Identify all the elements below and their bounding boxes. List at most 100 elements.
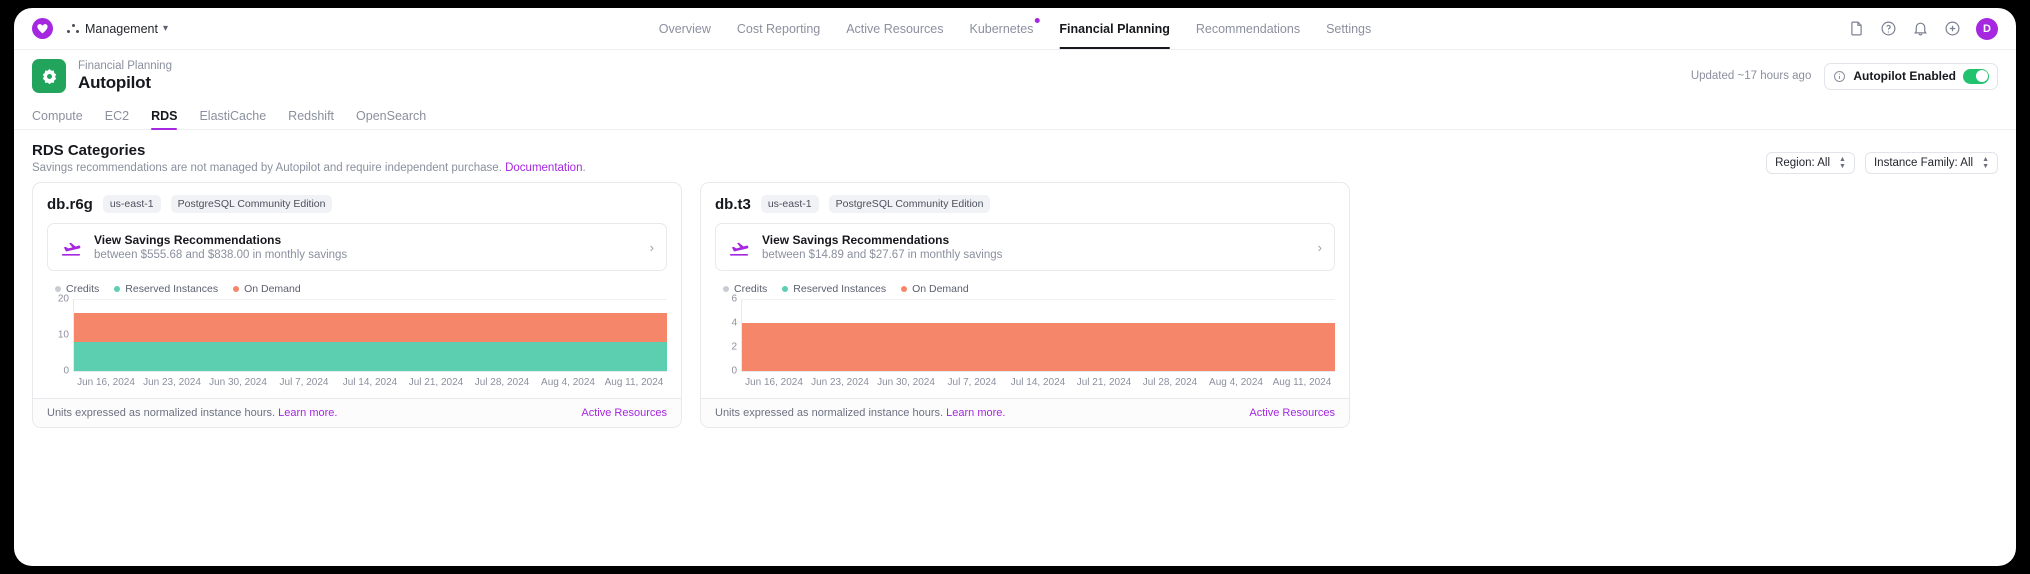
bell-icon[interactable] bbox=[1912, 20, 1929, 37]
y-tick: 4 bbox=[731, 317, 737, 329]
footer-note-text: Units expressed as normalized instance h… bbox=[715, 407, 944, 419]
learn-more-link[interactable]: Learn more. bbox=[278, 407, 337, 419]
chevron-down-icon: ▾ bbox=[162, 22, 168, 34]
card-header: db.r6g us-east-1 PostgreSQL Community Ed… bbox=[33, 183, 681, 223]
brand-logo-icon[interactable] bbox=[32, 18, 53, 39]
region-filter-select[interactable]: Region: All ▲ ▼ bbox=[1766, 152, 1855, 174]
series-band-on-demand bbox=[74, 313, 667, 343]
user-avatar[interactable]: D bbox=[1976, 17, 1998, 40]
legend-item-credits[interactable]: Credits bbox=[723, 283, 767, 295]
document-icon[interactable] bbox=[1848, 20, 1865, 37]
breadcrumb: Financial Planning bbox=[78, 59, 172, 72]
tab-ec2[interactable]: EC2 bbox=[105, 109, 129, 129]
plus-circle-icon[interactable] bbox=[1944, 20, 1961, 37]
nav-tab-settings[interactable]: Settings bbox=[1326, 8, 1371, 49]
y-tick: 20 bbox=[57, 293, 69, 305]
tab-opensearch[interactable]: OpenSearch bbox=[356, 109, 426, 129]
footer-note-text: Units expressed as normalized instance h… bbox=[47, 407, 276, 419]
x-tick: Jun 30, 2024 bbox=[877, 377, 935, 388]
org-switcher[interactable]: Management ▾ bbox=[67, 22, 168, 36]
legend-item-reserved-instances[interactable]: Reserved Instances bbox=[114, 283, 218, 295]
savings-subtitle: between $14.89 and $27.67 in monthly sav… bbox=[762, 249, 1003, 261]
nav-tab-label: Recommendations bbox=[1195, 21, 1301, 36]
plot-wrap: 6 4 2 0 bbox=[715, 294, 1335, 377]
x-tick: Jul 14, 2024 bbox=[1010, 377, 1066, 388]
nav-tab-overview[interactable]: Overview bbox=[659, 8, 711, 49]
instance-family-filter-label: Instance Family: All bbox=[1873, 157, 1974, 169]
nav-tab-active-resources[interactable]: Active Resources bbox=[846, 8, 943, 49]
legend-label: Reserved Instances bbox=[793, 283, 887, 295]
y-tick: 0 bbox=[731, 365, 737, 377]
tab-redshift[interactable]: Redshift bbox=[288, 109, 334, 129]
legend-swatch-icon bbox=[114, 286, 121, 292]
savings-text-block: View Savings Recommendations between $14… bbox=[762, 233, 1002, 261]
tab-compute[interactable]: Compute bbox=[32, 109, 83, 129]
legend-item-on-demand[interactable]: On Demand bbox=[233, 283, 301, 295]
savings-title: View Savings Recommendations bbox=[762, 233, 950, 247]
help-circle-icon[interactable] bbox=[1880, 20, 1897, 37]
x-tick: Jul 14, 2024 bbox=[342, 377, 398, 388]
autopilot-switch[interactable] bbox=[1963, 68, 1989, 84]
app-window: Management ▾ Overview Cost Reporting Act… bbox=[14, 8, 2016, 566]
active-resources-link[interactable]: Active Resources bbox=[1249, 407, 1335, 419]
x-tick: Jun 16, 2024 bbox=[745, 377, 803, 388]
tab-elasticache[interactable]: ElastiCache bbox=[199, 109, 266, 129]
filter-controls: Region: All ▲ ▼ Instance Family: All ▲ ▼ bbox=[1766, 142, 1998, 174]
tab-label: RDS bbox=[151, 109, 178, 123]
nav-tab-recommendations[interactable]: Recommendations bbox=[1196, 8, 1300, 49]
y-tick: 10 bbox=[57, 329, 69, 341]
airplane-takeoff-icon bbox=[60, 236, 82, 258]
nav-tab-label: Active Resources bbox=[846, 21, 944, 36]
y-axis: 20 10 0 bbox=[47, 294, 73, 377]
instance-family-filter-select[interactable]: Instance Family: All ▲ ▼ bbox=[1864, 152, 1998, 174]
autopilot-gear-icon bbox=[32, 59, 66, 93]
nav-tab-label: Overview bbox=[658, 21, 711, 36]
card-title: db.r6g bbox=[47, 195, 93, 213]
documentation-link[interactable]: Documentation bbox=[505, 162, 582, 174]
view-savings-recommendations-button[interactable]: View Savings Recommendations between $14… bbox=[715, 223, 1335, 271]
active-resources-link[interactable]: Active Resources bbox=[581, 407, 667, 419]
series-band-reserved-instances bbox=[74, 342, 667, 371]
tab-label: ElastiCache bbox=[199, 109, 267, 123]
y-axis: 6 4 2 0 bbox=[715, 294, 741, 377]
x-tick: Jul 7, 2024 bbox=[279, 377, 329, 388]
x-tick: Jul 21, 2024 bbox=[408, 377, 464, 388]
x-tick: Aug 4, 2024 bbox=[1209, 377, 1263, 388]
section-header: RDS Categories Savings recommendations a… bbox=[14, 130, 2016, 174]
tab-rds[interactable]: RDS bbox=[151, 109, 178, 130]
org-switcher-label: Management bbox=[85, 21, 158, 36]
x-tick: Jun 16, 2024 bbox=[77, 377, 135, 388]
nav-tab-label: Cost Reporting bbox=[736, 21, 821, 36]
card-footer: Units expressed as normalized instance h… bbox=[701, 398, 1349, 427]
y-tick: 6 bbox=[731, 293, 737, 305]
tab-label: OpenSearch bbox=[356, 109, 427, 123]
legend-item-on-demand[interactable]: On Demand bbox=[901, 283, 969, 295]
stepper-icon: ▲ ▼ bbox=[1982, 156, 1989, 170]
autopilot-toggle-pill[interactable]: Autopilot Enabled bbox=[1824, 62, 1998, 90]
legend-label: On Demand bbox=[244, 283, 301, 295]
nav-tab-financial-planning[interactable]: Financial Planning bbox=[1059, 8, 1171, 49]
nav-tab-kubernetes[interactable]: Kubernetes bbox=[969, 8, 1040, 49]
legend-item-reserved-instances[interactable]: Reserved Instances bbox=[782, 283, 886, 295]
category-cards: db.r6g us-east-1 PostgreSQL Community Ed… bbox=[14, 174, 2016, 428]
legend-swatch-icon bbox=[233, 286, 240, 292]
chart-legend: Credits Reserved Instances On Demand bbox=[701, 271, 1349, 299]
chevron-right-icon: › bbox=[1317, 239, 1322, 255]
nav-tab-cost-reporting[interactable]: Cost Reporting bbox=[737, 8, 820, 49]
region-chip: us-east-1 bbox=[760, 195, 819, 213]
legend-label: Reserved Instances bbox=[125, 283, 219, 295]
x-tick: Aug 11, 2024 bbox=[604, 377, 664, 388]
legend-swatch-icon bbox=[901, 286, 908, 292]
section-subtitle: Savings recommendations are not managed … bbox=[32, 162, 586, 174]
airplane-takeoff-icon bbox=[728, 236, 750, 258]
savings-text-block: View Savings Recommendations between $55… bbox=[94, 233, 347, 261]
view-savings-recommendations-button[interactable]: View Savings Recommendations between $55… bbox=[47, 223, 667, 271]
x-tick: Jul 21, 2024 bbox=[1076, 377, 1132, 388]
learn-more-link[interactable]: Learn more. bbox=[946, 407, 1005, 419]
x-tick: Aug 4, 2024 bbox=[541, 377, 595, 388]
legend-label: On Demand bbox=[912, 283, 969, 295]
top-navigation-bar: Management ▾ Overview Cost Reporting Act… bbox=[14, 8, 2016, 50]
x-tick: Jul 28, 2024 bbox=[1142, 377, 1198, 388]
nav-tab-label: Settings bbox=[1326, 21, 1372, 36]
legend-swatch-icon bbox=[782, 286, 789, 292]
